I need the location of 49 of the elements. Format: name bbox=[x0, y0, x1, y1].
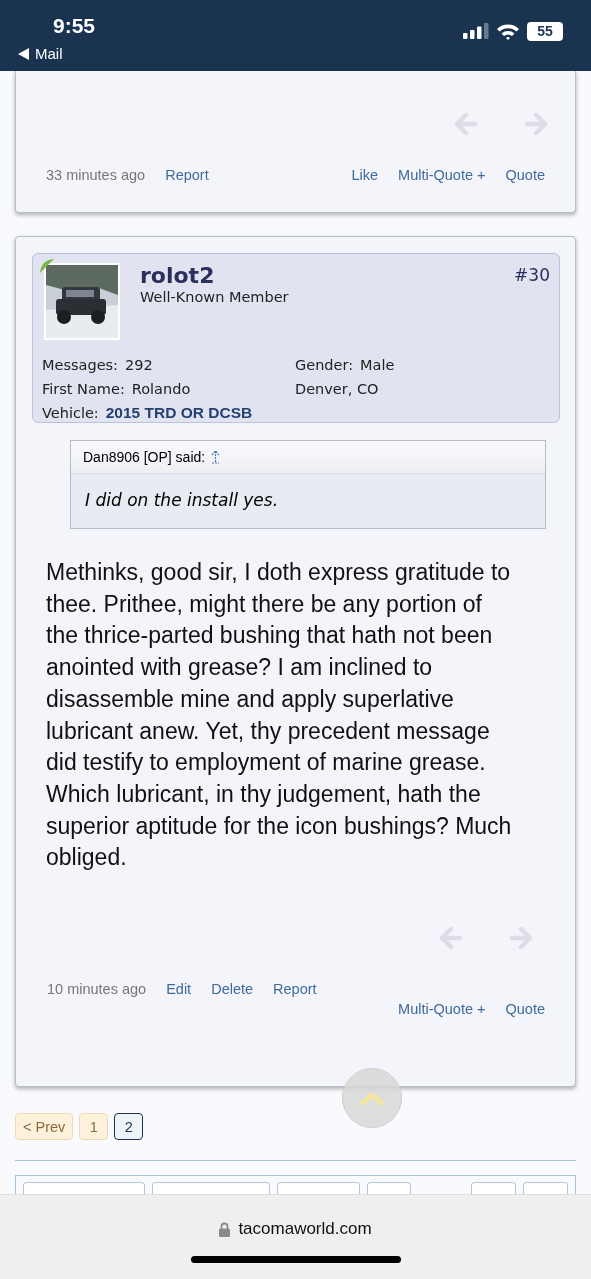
action-link[interactable]: Report bbox=[273, 981, 317, 997]
field-label: Vehicle: bbox=[42, 404, 99, 423]
page-button[interactable]: 2 bbox=[114, 1113, 144, 1140]
action-link[interactable]: Quote bbox=[505, 1001, 545, 1017]
back-link[interactable]: Mail bbox=[18, 45, 96, 62]
field-value: 292 bbox=[125, 356, 153, 375]
battery-indicator: 55 bbox=[527, 21, 563, 41]
wifi-icon bbox=[496, 22, 520, 40]
post-time: 10 minutes ago bbox=[47, 981, 147, 997]
lock-icon bbox=[219, 1221, 231, 1237]
left-arrow-icon bbox=[455, 113, 477, 135]
action-link[interactable]: Edit bbox=[166, 981, 192, 997]
signal-icon bbox=[463, 23, 489, 39]
toolbar-button[interactable] bbox=[367, 1182, 411, 1194]
page-button[interactable]: 1 bbox=[79, 1113, 109, 1140]
action-link[interactable]: Delete bbox=[211, 981, 254, 997]
username-link[interactable]: rolot2 bbox=[140, 263, 515, 288]
up-arrow-icon bbox=[211, 450, 221, 464]
toolbar-button[interactable] bbox=[152, 1182, 270, 1194]
quote-attribution: Dan8906 [OP] said: bbox=[83, 449, 206, 465]
toolbar-button[interactable] bbox=[277, 1182, 360, 1194]
action-link[interactable]: Quote bbox=[505, 167, 545, 183]
chevron-up-icon bbox=[360, 1091, 384, 1105]
field-value: Rolando bbox=[131, 380, 191, 399]
quote-text: I did on the install yes. bbox=[84, 489, 280, 512]
toolbar-button[interactable] bbox=[471, 1182, 516, 1194]
right-arrow-icon bbox=[510, 927, 532, 949]
post-time: 33 minutes ago bbox=[46, 167, 146, 183]
right-arrow-icon bbox=[525, 113, 547, 135]
page-button[interactable]: < Prev bbox=[15, 1113, 74, 1140]
field-label: First Name: bbox=[42, 380, 125, 399]
clock-time: 9:55 bbox=[52, 13, 96, 39]
message-text: Methinks, good sir, I doth express gratitude to thee. Prithee, might there be any portion of the thrice-parted bushing that hath not been anointed with grease? I am inclined to disassemble mine and apply superlative lubricant anew. Yet, thy precedent message did testify to employment of marine grease. Which lubricant, in thy judgement, hath the superior aptitude for the icon bushings? Much obliged. bbox=[45, 558, 513, 873]
action-link[interactable]: Report bbox=[165, 167, 209, 183]
post-number-link[interactable]: #30 bbox=[514, 263, 550, 285]
back-triangle-icon bbox=[18, 47, 29, 60]
user-title: Well-Known Member bbox=[140, 289, 290, 305]
action-link[interactable]: Multi-Quote + bbox=[398, 1001, 486, 1017]
toolbar-button[interactable] bbox=[23, 1182, 145, 1194]
action-link[interactable]: Like bbox=[351, 167, 379, 183]
vehicle-link[interactable]: 2015 TRD OR DCSB bbox=[105, 402, 253, 424]
field-value: Denver, CO bbox=[295, 380, 379, 399]
field-label: Messages: bbox=[42, 356, 118, 375]
left-arrow-icon bbox=[440, 927, 462, 949]
field-value: Male bbox=[360, 356, 395, 375]
field-label: Gender: bbox=[295, 356, 354, 375]
toolbar-button[interactable] bbox=[523, 1182, 568, 1194]
action-link[interactable]: Multi-Quote + bbox=[398, 167, 486, 183]
url-text[interactable]: tacomaworld.com bbox=[238, 1219, 372, 1239]
